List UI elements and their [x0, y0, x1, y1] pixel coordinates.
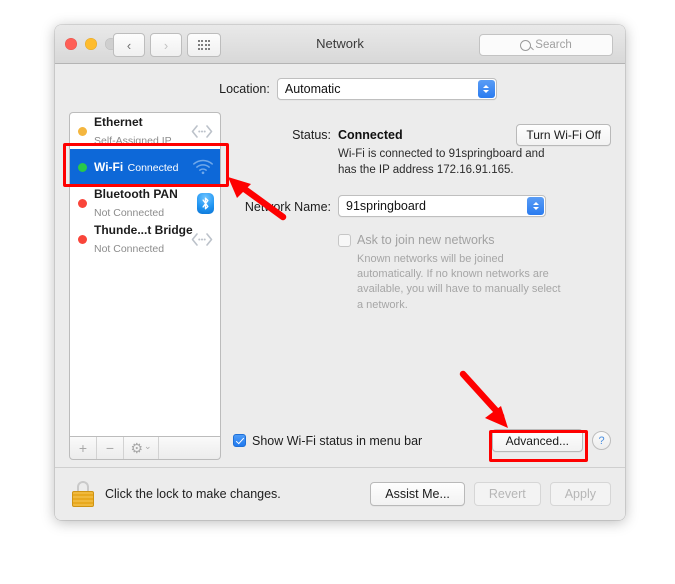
service-row-wifi[interactable]: Wi-Fi Connected — [70, 149, 220, 185]
status-value: Connected — [338, 128, 403, 142]
status-dot — [78, 234, 87, 244]
ask-to-join-help-text: Known networks will be joined automatica… — [357, 253, 561, 311]
location-row: Location: Automatic — [55, 64, 625, 112]
revert-button: Revert — [473, 482, 541, 506]
lock-icon[interactable] — [72, 481, 94, 507]
service-name: Thunde...t Bridge — [94, 223, 193, 237]
bluetooth-icon-svg — [202, 197, 209, 209]
remove-service-button[interactable]: − — [97, 437, 124, 459]
service-list: Ethernet Self-Assigned IP Wi-Fi Connecte… — [69, 112, 221, 436]
advanced-button[interactable]: Advanced... — [491, 429, 583, 452]
service-actions-button[interactable]: ⚙ ⌄ — [124, 437, 159, 459]
wifi-settings-panel: Status: Connected Turn Wi-Fi Off Wi-Fi i… — [233, 112, 611, 460]
service-text: Bluetooth PAN Not Connected — [94, 185, 193, 221]
thunderbolt-bridge-icon — [190, 232, 214, 247]
screenshot-root: ‹ › Network Search Location: Automatic E… — [0, 0, 675, 584]
service-name: Wi-Fi — [94, 160, 124, 174]
window-content: Location: Automatic Ethernet Self-Assign — [55, 64, 625, 460]
service-status: Not Connected — [94, 207, 165, 219]
network-name-select[interactable]: 91springboard — [338, 195, 546, 218]
wifi-icon-svg — [193, 159, 213, 175]
search-placeholder: Search — [535, 39, 572, 51]
show-wifi-status-label: Show Wi-Fi status in menu bar — [252, 433, 423, 448]
network-name-value: 91springboard — [346, 199, 426, 214]
ask-to-join-checkbox[interactable] — [338, 233, 351, 247]
network-preferences-window: ‹ › Network Search Location: Automatic E… — [55, 25, 625, 520]
service-text: Thunde...t Bridge Not Connected — [94, 221, 193, 257]
main-area: Ethernet Self-Assigned IP Wi-Fi Connecte… — [55, 112, 625, 460]
status-label: Status: — [292, 128, 331, 142]
lock-hint-text: Click the lock to make changes. — [105, 487, 281, 501]
footer-button-group: Assist Me... Revert Apply — [370, 482, 611, 506]
service-status: Connected — [127, 162, 179, 174]
service-sidebar: Ethernet Self-Assigned IP Wi-Fi Connecte… — [69, 112, 221, 460]
service-row-thunderbolt-bridge[interactable]: Thunde...t Bridge Not Connected — [70, 221, 220, 257]
service-text: Wi-Fi Connected — [94, 158, 188, 176]
network-name-label: Network Name: — [244, 200, 331, 215]
chevron-down-icon: ⌄ — [144, 440, 152, 451]
window-footer: Click the lock to make changes. Assist M… — [55, 467, 625, 520]
service-status: Self-Assigned IP — [94, 135, 172, 147]
ask-to-join-label: Ask to join new networks — [357, 233, 495, 248]
ethernet-icon-svg — [191, 124, 213, 138]
toolbar-filler — [159, 437, 220, 459]
status-dot — [78, 198, 87, 208]
help-button[interactable]: ? — [592, 431, 611, 450]
chevron-updown-icon — [527, 197, 544, 216]
service-status: Not Connected — [94, 243, 165, 255]
chevron-updown-icon — [477, 80, 495, 98]
status-description: Wi-Fi is connected to 91springboard and … — [338, 148, 545, 176]
add-service-button[interactable]: + — [70, 437, 97, 459]
gear-icon: ⚙ — [130, 440, 143, 456]
apply-button: Apply — [549, 482, 611, 506]
search-input[interactable]: Search — [479, 34, 613, 56]
service-row-bluetooth-pan[interactable]: Bluetooth PAN Not Connected — [70, 185, 220, 221]
service-name: Ethernet — [94, 115, 143, 129]
panel-bottom-row: Show Wi-Fi status in menu bar Advanced..… — [233, 429, 611, 452]
location-select[interactable]: Automatic — [276, 78, 497, 100]
show-wifi-status-checkbox[interactable] — [233, 434, 246, 447]
bluetooth-icon — [197, 192, 214, 214]
network-name-row: Network Name: 91springboard — [233, 195, 611, 218]
ethernet-icon — [190, 124, 214, 139]
search-icon — [520, 39, 532, 51]
status-dot — [78, 162, 87, 172]
assist-me-button[interactable]: Assist Me... — [370, 482, 465, 506]
status-dot — [78, 126, 87, 136]
thunderbolt-bridge-icon-svg — [191, 232, 213, 246]
ask-to-join-row[interactable]: Ask to join new networks — [338, 233, 611, 247]
service-name: Bluetooth PAN — [94, 187, 178, 201]
lock-body — [72, 491, 94, 507]
wifi-icon — [192, 159, 214, 175]
turn-wifi-off-button[interactable]: Turn Wi-Fi Off — [516, 124, 611, 146]
location-label: Location: — [219, 82, 270, 96]
sidebar-toolbar: + − ⚙ ⌄ — [69, 436, 221, 460]
service-text: Ethernet Self-Assigned IP — [94, 113, 186, 149]
location-value: Automatic — [284, 82, 341, 96]
service-row-ethernet[interactable]: Ethernet Self-Assigned IP — [70, 113, 220, 149]
window-titlebar: ‹ › Network Search — [55, 25, 625, 64]
show-wifi-status-row[interactable]: Show Wi-Fi status in menu bar — [233, 434, 422, 448]
